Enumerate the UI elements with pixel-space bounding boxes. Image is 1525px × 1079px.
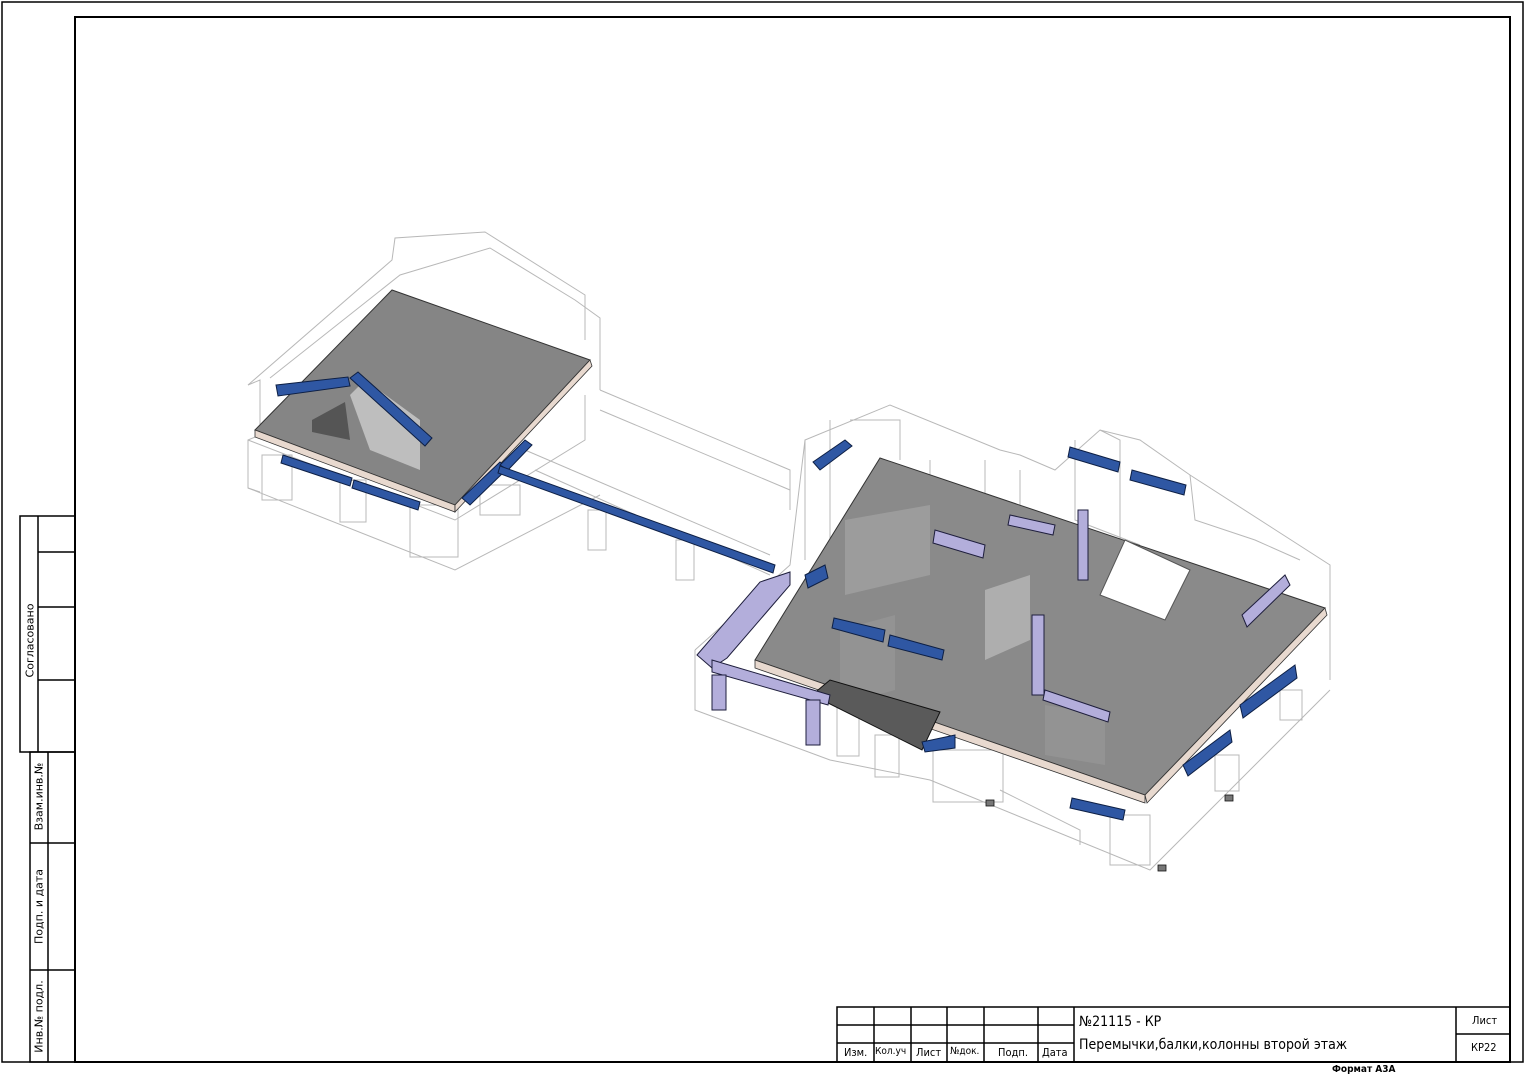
col-doc: №док. (950, 1046, 980, 1057)
col-izm: Изм. (844, 1046, 868, 1059)
left-building-slab (254, 289, 593, 514)
col-list: Лист (916, 1046, 942, 1059)
doc-number: №21115 - КР (1079, 1014, 1162, 1030)
inv-original-label: Инв.№ подл. (32, 980, 46, 1053)
drawing-sheet: Согласовано Взам.инв.№ Подп. и дата Инв.… (0, 0, 1525, 1079)
format-label: Формат А3А (1332, 1064, 1396, 1075)
replaced-inv-label: Взам.инв.№ (32, 762, 46, 831)
sign-date-label: Подп. и дата (32, 869, 46, 944)
approved-label: Согласовано (23, 603, 37, 678)
col-podp: Подп. (998, 1046, 1028, 1059)
sheet-code: КР22 (1471, 1041, 1497, 1054)
outer-frame (1, 1, 1524, 1063)
isometric-model (1, 1, 1524, 1063)
inner-frame (74, 16, 1511, 1063)
col-data: Дата (1042, 1046, 1068, 1059)
sheet-title: Перемычки,балки,колонны второй этаж (1079, 1037, 1348, 1053)
col-kol-uch: Кол.уч (875, 1046, 907, 1057)
sheet-label: Лист (1472, 1014, 1498, 1027)
